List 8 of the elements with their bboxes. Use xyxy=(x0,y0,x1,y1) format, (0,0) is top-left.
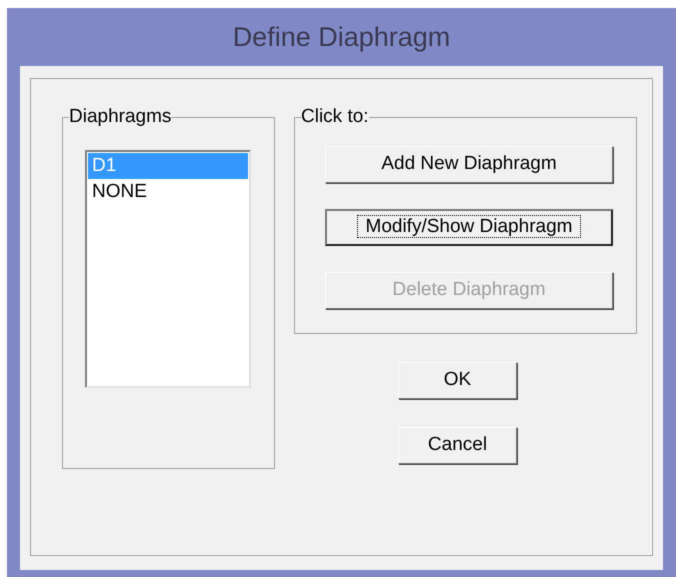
group-label: Diaphragms xyxy=(69,105,172,129)
dialog-button[interactable]: OK xyxy=(398,362,517,399)
window-title: Define Diaphragm xyxy=(232,20,450,54)
action-button[interactable]: Modify/Show Diaphragm xyxy=(325,208,613,246)
dialog-button[interactable]: Cancel xyxy=(398,427,517,464)
action-button[interactable]: Add New Diaphragm xyxy=(325,146,613,182)
group-label: Click to: xyxy=(301,105,369,129)
list-item[interactable]: NONE xyxy=(88,178,248,204)
